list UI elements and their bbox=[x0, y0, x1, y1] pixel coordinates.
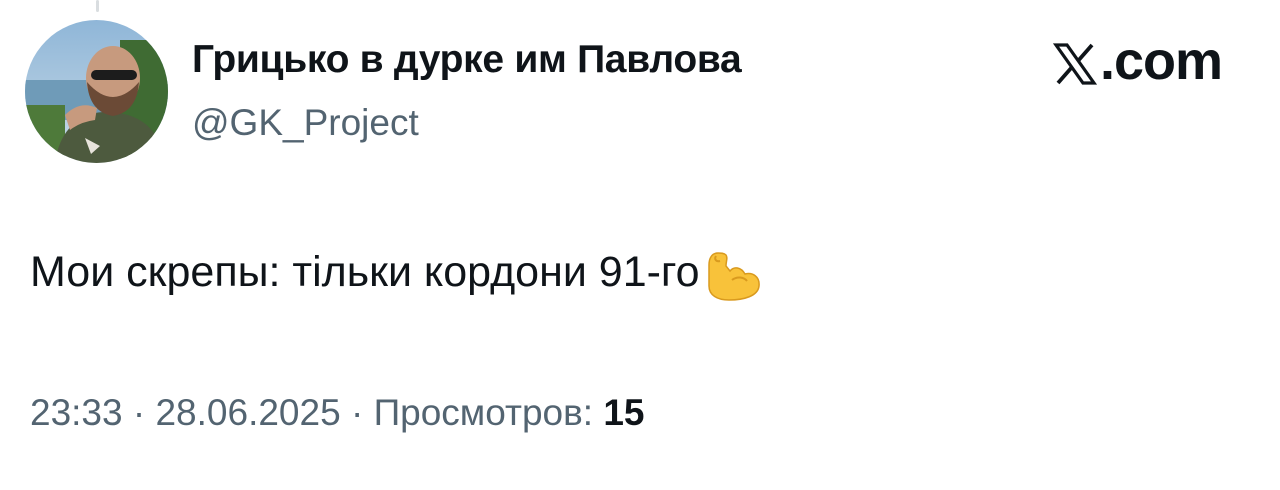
thread-connector-line bbox=[96, 0, 99, 12]
avatar[interactable] bbox=[25, 20, 168, 163]
tweet-body: Мои скрепы: тільки кордони 91-го bbox=[30, 248, 762, 301]
author-handle[interactable]: @GK_Project bbox=[192, 104, 419, 141]
meta-separator: · bbox=[350, 392, 364, 433]
views-label: Просмотров: bbox=[373, 392, 594, 433]
brand-logo: .com bbox=[1052, 31, 1223, 91]
tweet-time[interactable]: 23:33 bbox=[30, 392, 123, 433]
meta-separator: · bbox=[132, 392, 146, 433]
tweet-meta: 23:33 · 28.06.2025 · Просмотров: 15 bbox=[30, 394, 645, 431]
tweet-date[interactable]: 28.06.2025 bbox=[155, 392, 340, 433]
author-display-name[interactable]: Грицько в дурке им Павлова bbox=[192, 40, 742, 79]
brand-domain-text: .com bbox=[1099, 31, 1223, 91]
tweet-text: Мои скрепы: тільки кордони 91-го bbox=[30, 248, 700, 296]
flexed-biceps-icon bbox=[707, 252, 760, 301]
x-logo-icon bbox=[1052, 43, 1097, 85]
avatar-photo-icon bbox=[25, 20, 168, 163]
views-count[interactable]: 15 bbox=[603, 392, 644, 433]
